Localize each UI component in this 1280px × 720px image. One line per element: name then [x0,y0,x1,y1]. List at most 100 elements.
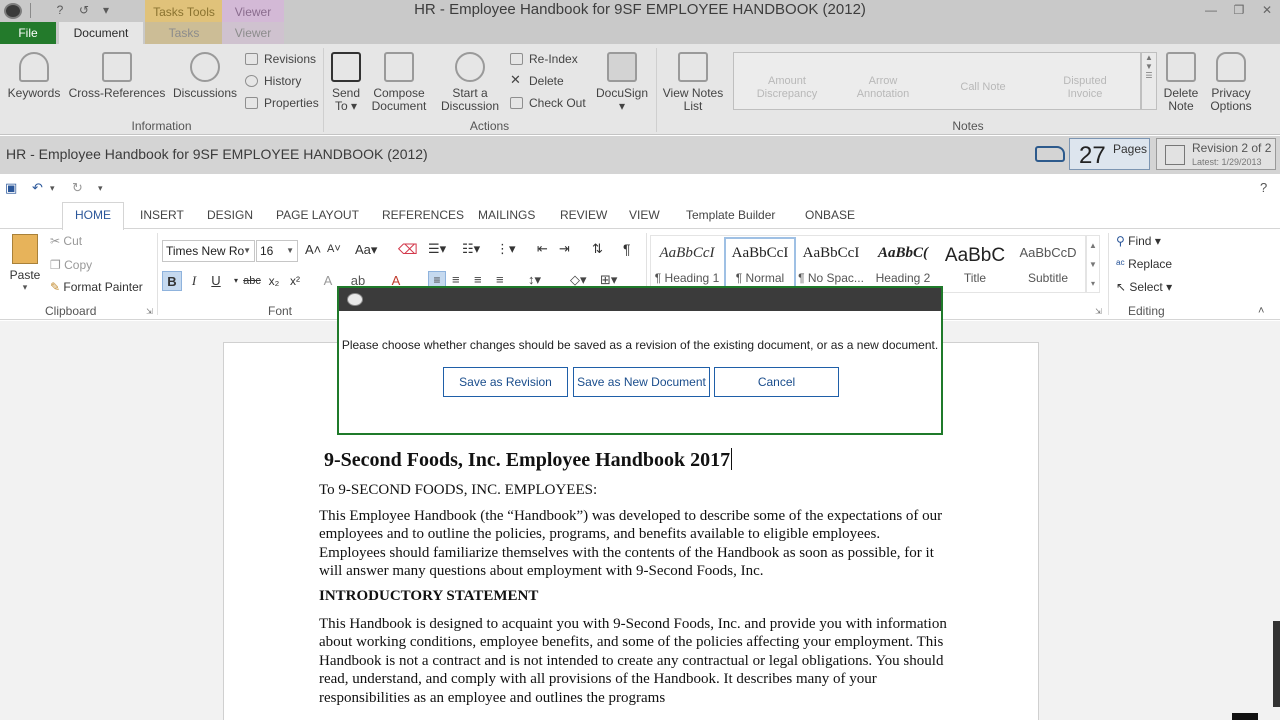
tab-viewer[interactable]: Viewer [222,22,284,44]
customize-qat-icon[interactable]: ▾ [98,183,103,194]
discussions-button[interactable]: Discussions [172,52,238,100]
style-heading-1[interactable]: AaBbCcI ¶ Heading 1 [651,245,723,285]
font-size-box[interactable]: 16 ▼ [256,240,298,262]
document-title: HR - Employee Handbook for 9SF EMPLOYEE … [6,146,428,162]
cancel-button[interactable]: Cancel [714,367,839,397]
tab-view[interactable]: VIEW [629,208,660,222]
keywords-button[interactable]: Keywords [6,52,62,100]
increase-indent-icon[interactable]: ⇥ [559,241,570,257]
shrink-font-icon[interactable]: A˅ [327,243,341,255]
send-to-button[interactable]: Send To ▾ [330,52,362,113]
cut-button[interactable]: ✂ Cut [50,234,82,248]
docusign-button[interactable]: DocuSign ▾ [594,52,650,113]
note-disputed-invoice[interactable]: Disputed Invoice [1050,75,1120,101]
tab-design[interactable]: DESIGN [207,208,253,222]
close-icon[interactable]: ✕ [1253,0,1280,20]
find-button[interactable]: ⚲ Find ▾ [1116,234,1161,248]
view-notes-list-button[interactable]: View Notes List [662,52,724,113]
tab-page-layout[interactable]: PAGE LAYOUT [276,208,359,222]
multilevel-list-icon[interactable]: ⋮▾ [496,241,516,257]
replace-button[interactable]: ᵃᶜ Replace [1116,257,1172,271]
delete-button[interactable]: ✕ Delete [510,72,564,90]
document-heading[interactable]: 9-Second Foods, Inc. Employee Handbook 2… [324,448,733,472]
style-title[interactable]: AaBbC Title [939,245,1011,285]
tab-review[interactable]: REVIEW [560,208,607,222]
privacy-options-button[interactable]: Privacy Options [1206,52,1256,113]
grow-font-icon[interactable]: A˄ [305,242,321,257]
decrease-indent-icon[interactable]: ⇤ [537,241,548,257]
maximize-icon[interactable]: ❐ [1225,0,1253,20]
styles-scroll[interactable]: ▲ ▼ ▾ [1086,235,1100,293]
tab-file[interactable]: File [0,22,56,44]
clear-formatting-icon[interactable]: ⌫ [398,241,418,258]
font-name-box[interactable]: Times New Ro ▼ [162,240,255,262]
align-center-icon[interactable]: ≡ [452,272,460,287]
restore-icon[interactable]: ↺ [76,2,92,18]
undo-dropdown-icon[interactable]: ▾ [50,183,55,194]
strikethrough-button[interactable]: abc [242,271,262,291]
tab-mailings[interactable]: MAILINGS [478,208,535,222]
sort-icon[interactable]: ⇅ [592,241,603,257]
pilcrow-icon[interactable]: ¶ [623,241,631,257]
revisions-button[interactable]: Revisions [245,50,316,68]
tab-template-builder[interactable]: Template Builder [686,208,775,222]
minimize-icon[interactable]: — [1197,0,1225,20]
style-normal[interactable]: AaBbCcI ¶ Normal [724,237,796,291]
reindex-button[interactable]: Re-Index [510,50,578,68]
section-heading[interactable]: INTRODUCTORY STATEMENT [319,588,538,605]
delete-note-button[interactable]: Delete Note [1160,52,1202,113]
format-painter-button[interactable]: ✎ Format Painter [50,280,143,294]
change-case-icon[interactable]: Aa▾ [355,242,377,258]
help-icon[interactable]: ? [1260,180,1267,195]
help-icon[interactable]: ? [52,2,68,18]
tab-home[interactable]: HOME [62,202,124,230]
statement-paragraph[interactable]: This Handbook is designed to acquaint yo… [319,615,949,707]
start-discussion-button[interactable]: Start a Discussion [440,52,500,113]
intro-paragraph[interactable]: This Employee Handbook (the “Handbook”) … [319,507,949,581]
italic-button[interactable]: I [184,271,204,291]
onbase-logo-icon[interactable] [4,3,22,19]
justify-icon[interactable]: ≡ [496,272,504,287]
style-heading-2[interactable]: AaBbC( Heading 2 [867,245,939,285]
tab-references[interactable]: REFERENCES [382,208,464,222]
cross-references-button[interactable]: Cross-References [68,52,166,100]
tab-document[interactable]: Document [59,22,143,44]
vertical-scrollbar-thumb[interactable] [1273,621,1280,707]
copy-button[interactable]: ❐ Copy [50,258,92,272]
collapse-ribbon-icon[interactable]: ˄ [1258,305,1264,317]
note-call-note[interactable]: Call Note [948,81,1018,94]
check-out-button[interactable]: Check Out [510,94,586,112]
bold-button[interactable]: B [162,271,182,291]
revision-box[interactable]: Revision 2 of 2 Latest: 1/29/2013 [1156,138,1276,170]
tab-onbase[interactable]: ONBASE [805,208,855,222]
save-as-new-document-button[interactable]: Save as New Document [573,367,710,397]
style-subtitle[interactable]: AaBbCcD Subtitle [1012,245,1084,285]
note-amount-discrepancy[interactable]: Amount Discrepancy [752,75,822,101]
save-as-revision-button[interactable]: Save as Revision [443,367,568,397]
redo-icon[interactable]: ↻ [72,180,83,196]
tab-tasks[interactable]: Tasks [145,22,223,44]
compose-document-button[interactable]: Compose Document [370,52,428,113]
bullets-icon[interactable]: ☰▾ [428,241,446,257]
tab-insert[interactable]: INSERT [140,208,184,222]
dropdown-icon[interactable]: ▾ [98,2,114,18]
save-icon[interactable]: ▣ [5,180,17,196]
gallery-scroll[interactable]: ▲ ▼ ☰ [1141,52,1157,110]
ribbon-divider [157,233,158,315]
style-no-spacing[interactable]: AaBbCcI ¶ No Spac... [795,245,867,285]
numbering-icon[interactable]: ☷▾ [462,241,480,257]
text-effects-icon[interactable]: A [318,271,338,291]
dialog-launcher-icon[interactable]: ⇲ [146,307,153,316]
undo-icon[interactable]: ↶ [32,180,43,196]
paste-button[interactable]: Paste ▾ [8,234,42,293]
salutation-paragraph[interactable]: To 9-SECOND FOODS, INC. EMPLOYEES: [319,481,949,499]
history-button[interactable]: History [245,72,301,90]
superscript-button[interactable]: x² [285,271,305,291]
properties-button[interactable]: Properties [245,94,319,112]
subscript-button[interactable]: x₂ [264,271,284,291]
select-button[interactable]: ↖ Select ▾ [1116,280,1172,294]
underline-button[interactable]: U [206,271,226,291]
styles-dialog-launcher-icon[interactable]: ⇲ [1095,307,1102,316]
align-right-icon[interactable]: ≡ [474,272,482,287]
note-arrow-annotation[interactable]: Arrow Annotation [848,75,918,101]
